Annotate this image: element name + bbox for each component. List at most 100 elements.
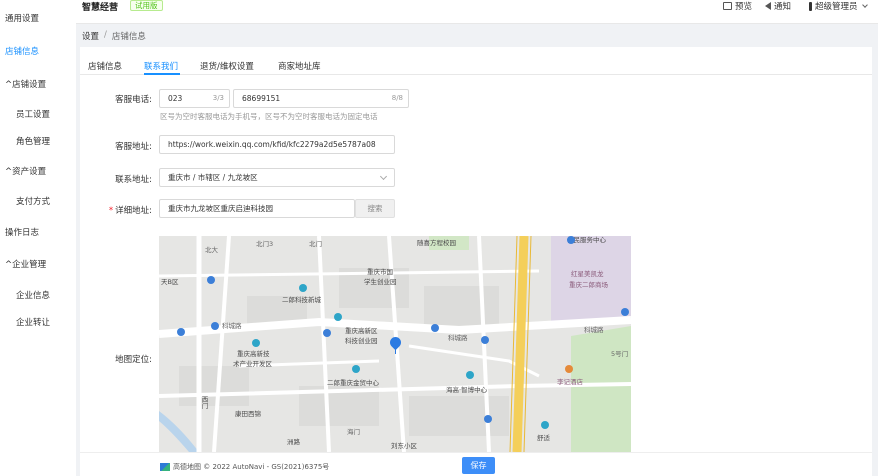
area-code-count: 3/3	[212, 94, 224, 102]
map-label: 科城路	[448, 334, 468, 342]
phone-number-value: 68699151	[242, 94, 281, 103]
bus-stop-icon	[484, 415, 492, 423]
footer-bar: 高德地图 © 2022 AutoNavi - GS(2021)6375号 保存	[80, 452, 872, 476]
region-value: 重庆市 / 市辖区 / 九龙坡区	[168, 173, 258, 182]
region-select[interactable]: 重庆市 / 市辖区 / 九龙坡区	[159, 168, 395, 187]
map-label: 李记酒店	[557, 378, 583, 386]
map-label: 北门	[309, 240, 322, 248]
preview-button[interactable]: 预览	[723, 0, 752, 12]
map-label: 天B区	[161, 278, 179, 286]
bus-stop-icon	[481, 336, 489, 344]
notify-label: 通知	[774, 2, 792, 12]
map-label: 北门3	[256, 240, 274, 248]
sidebar-group-label: 店铺设置	[12, 80, 47, 90]
map-label: 重庆市国	[367, 268, 393, 276]
poi-icon	[252, 339, 260, 347]
tab-store-info[interactable]: 店铺信息	[88, 60, 122, 72]
sidebar-item-store-info[interactable]: 店铺信息	[5, 45, 39, 57]
area-code-input[interactable]: 023 3/3	[159, 89, 230, 108]
area-code-value: 023	[168, 94, 183, 103]
map-label: 康田西锦	[235, 410, 261, 418]
bus-stop-icon	[207, 276, 215, 284]
map-location-label: 地图定位:	[115, 355, 152, 365]
sidebar-group-label: 企业管理	[12, 260, 47, 270]
phone-number-count: 8/8	[391, 94, 403, 102]
breadcrumb-current: 店铺信息	[111, 32, 146, 42]
tab-return-settings[interactable]: 退货/维权设置	[200, 60, 254, 72]
map-label: 海门	[347, 428, 360, 436]
brand-name: 智慧经营	[82, 3, 119, 13]
map-label: 重庆高新技	[237, 350, 270, 358]
bus-stop-icon	[431, 324, 439, 332]
sidebar-group-enterprise-management[interactable]: ^企业管理	[5, 258, 46, 270]
contact-address-label: 联系地址:	[115, 175, 152, 185]
detail-address-input[interactable]: 重庆市九龙坡区重庆启迪科技园	[159, 199, 355, 218]
chevron-down-icon	[861, 1, 868, 8]
map-label: 5号门	[611, 350, 629, 358]
poi-icon	[541, 421, 549, 429]
preview-icon	[723, 2, 732, 10]
hotel-icon	[565, 365, 573, 373]
tab-address-library[interactable]: 商家地址库	[278, 60, 321, 72]
location-pin-tail	[395, 348, 396, 354]
poi-icon	[352, 365, 360, 373]
bus-stop-icon	[567, 236, 575, 244]
detail-address-label-text: 详细地址:	[115, 206, 152, 216]
sidebar-item-operation-log[interactable]: 操作日志	[5, 226, 39, 238]
phone-hint: 区号为空时客服电话为手机号，区号不为空时客服电话为固定电话	[160, 112, 378, 121]
map-label: 北大	[205, 246, 218, 254]
map-label: 重庆高新区	[345, 327, 378, 335]
map-label: 洲路	[287, 438, 300, 446]
notify-button[interactable]: 通知	[765, 0, 791, 12]
map-label: 二郎科技新城	[282, 296, 321, 304]
sidebar-item-enterprise-transfer[interactable]: 企业转让	[16, 316, 50, 328]
sidebar-group-asset-settings[interactable]: ^资产设置	[5, 165, 46, 177]
map-view[interactable]: 北门3 北门 随喜方程校园 便民服务中心 北大 天B区 重庆市国 学生创业园 红…	[159, 236, 631, 452]
user-menu[interactable]: 超级管理员	[809, 0, 868, 12]
amap-logo-icon	[160, 463, 170, 471]
search-button[interactable]: 搜索	[355, 199, 395, 218]
service-address-label: 客服地址:	[115, 142, 152, 152]
map-label: 科城路	[222, 322, 242, 330]
save-button[interactable]: 保存	[462, 457, 495, 474]
sidebar-group-label: 资产设置	[12, 167, 47, 177]
sidebar-item-role-management[interactable]: 角色管理	[16, 135, 50, 147]
map-label: 二郎重庆金贸中心	[327, 379, 379, 387]
breadcrumb-root[interactable]: 设置	[82, 30, 99, 42]
preview-label: 预览	[735, 2, 753, 12]
map-attribution-text: 高德地图 © 2022 AutoNavi - GS(2021)6375号	[173, 463, 330, 471]
service-address-value: https://work.weixin.qq.com/kfid/kfc2279a…	[168, 140, 376, 149]
detail-address-value: 重庆市九龙坡区重庆启迪科技园	[168, 204, 273, 213]
detail-address-label: * 详细地址:	[100, 204, 152, 216]
required-mark: *	[108, 206, 114, 216]
phone-number-input[interactable]: 68699151 8/8	[233, 89, 409, 108]
sidebar: 通用设置 店铺信息 ^店铺设置 员工设置 角色管理 ^资产设置 支付方式 操作日…	[0, 0, 76, 476]
breadcrumb-separator: /	[104, 30, 107, 40]
bus-stop-icon	[323, 329, 331, 337]
map-label: 舒适	[537, 434, 550, 442]
map-label: 科技创业园	[345, 337, 378, 345]
poi-icon	[299, 284, 307, 292]
service-address-input[interactable]: https://work.weixin.qq.com/kfid/kfc2279a…	[159, 135, 395, 154]
bus-stop-icon	[621, 308, 629, 316]
map-label: 随喜方程校园	[417, 239, 456, 247]
map-label: 刘东小区	[391, 442, 417, 450]
tab-bar: 店铺信息 联系我们 退货/维权设置 商家地址库	[80, 47, 872, 75]
chevron-down-icon	[379, 172, 388, 181]
phone-label: 客服电话:	[115, 95, 152, 105]
map-label: 红星美凯龙	[571, 270, 604, 278]
bus-stop-icon	[177, 328, 185, 336]
bus-stop-icon	[211, 322, 219, 330]
sidebar-item-payment-methods[interactable]: 支付方式	[16, 195, 50, 207]
sidebar-item-general-settings[interactable]: 通用设置	[5, 12, 39, 24]
map-label: 海高·智博中心	[446, 386, 488, 394]
poi-icon	[334, 313, 342, 321]
sidebar-item-staff-settings[interactable]: 员工设置	[16, 108, 50, 120]
map-attribution: 高德地图 © 2022 AutoNavi - GS(2021)6375号	[160, 462, 329, 472]
poi-icon	[466, 371, 474, 379]
tab-contact-us[interactable]: 联系我们	[144, 60, 178, 72]
map-label: 西门	[200, 396, 208, 409]
sidebar-group-store-settings[interactable]: ^店铺设置	[5, 78, 46, 90]
map-label: 学生创业园	[364, 278, 397, 286]
sidebar-item-enterprise-info[interactable]: 企业信息	[16, 289, 50, 301]
